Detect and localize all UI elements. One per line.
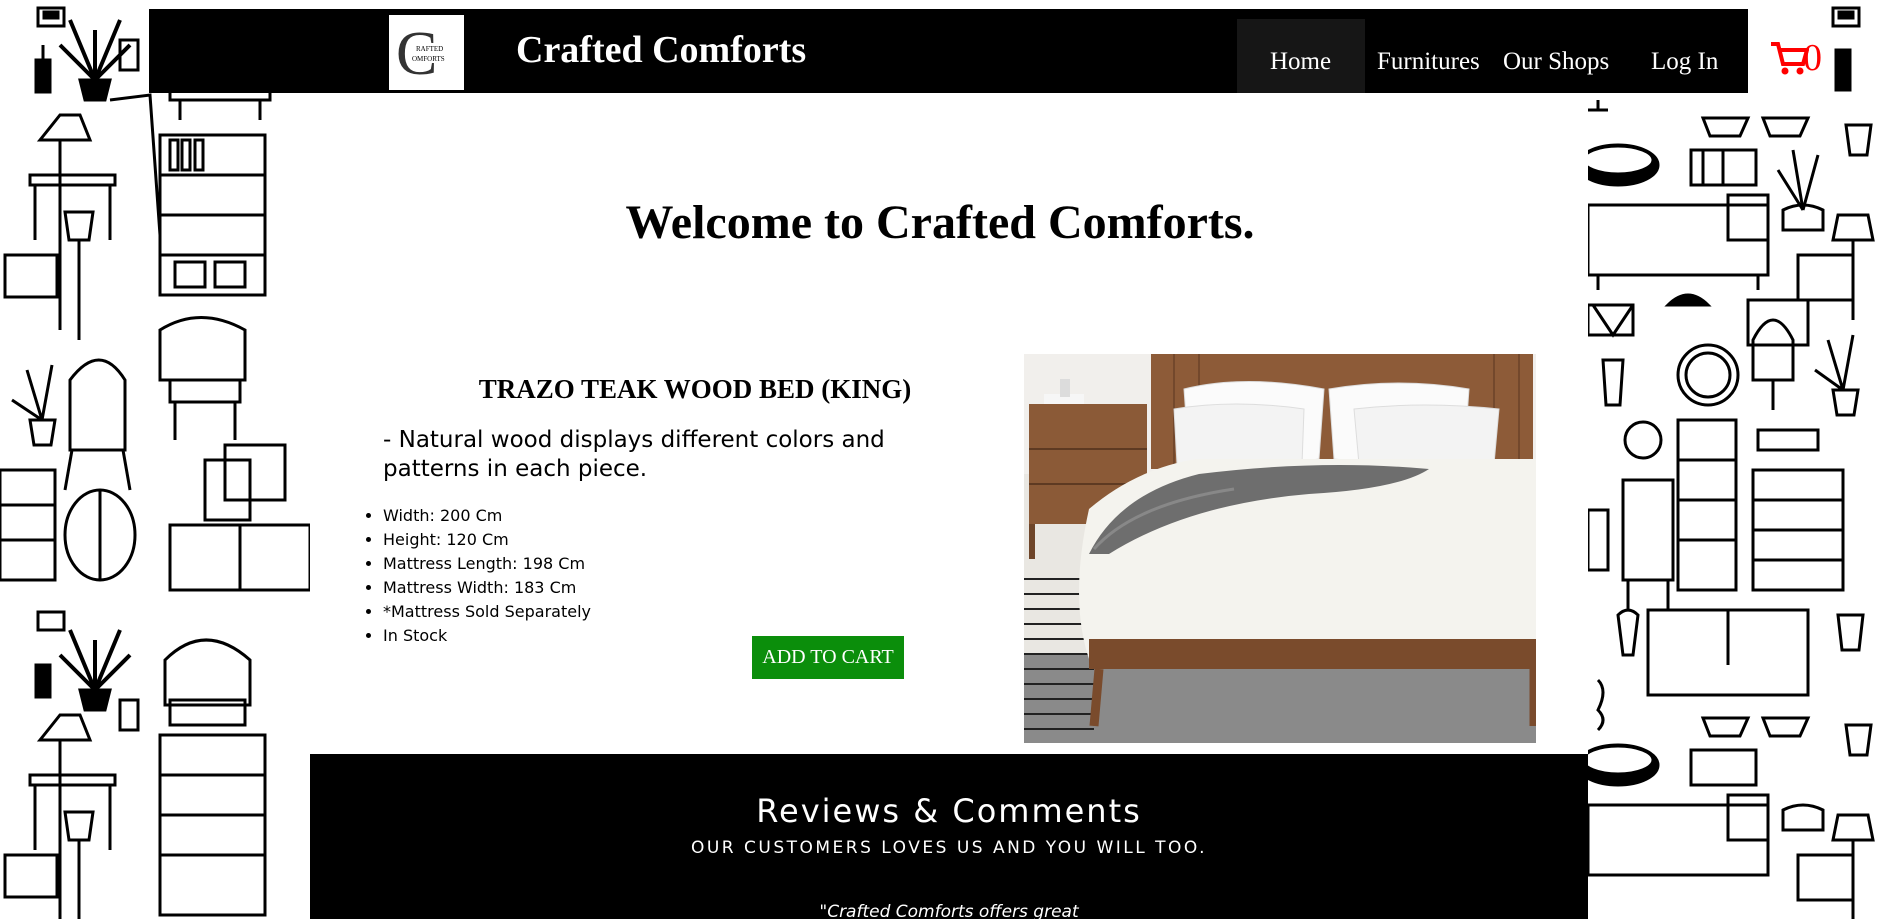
svg-text:C: C <box>396 20 437 88</box>
logo-mark: C RAFTED OMFORTS <box>396 20 445 88</box>
review-quote: "Crafted Comforts offers great <box>819 902 1079 919</box>
nav-furnitures-link[interactable]: Furnitures <box>1377 47 1480 77</box>
nav-login-link[interactable]: Log In <box>1651 47 1718 77</box>
brand-name[interactable]: Crafted Comforts <box>516 28 806 72</box>
product-specs: Width: 200 Cm Height: 120 Cm Mattress Le… <box>360 504 591 648</box>
product-image <box>1024 354 1536 743</box>
cart-count: 0 <box>1803 37 1822 79</box>
product-description: - Natural wood displays different colors… <box>383 427 885 482</box>
reviews-subtitle: OUR CUSTOMERS LOVES US AND YOU WILL TOO. <box>690 838 1208 858</box>
spec-item: Width: 200 Cm <box>383 504 591 528</box>
spec-item: *Mattress Sold Separately <box>383 600 591 624</box>
spec-item: Mattress Length: 198 Cm <box>383 552 591 576</box>
spec-item: Mattress Width: 183 Cm <box>383 576 591 600</box>
reviews-section: Reviews & Comments OUR CUSTOMERS LOVES U… <box>310 754 1588 919</box>
furniture-pattern-right <box>1588 0 1895 919</box>
product-title: TRAZO TEAK WOOD BED (KING) <box>478 374 912 404</box>
svg-text:RAFTED: RAFTED <box>416 45 443 53</box>
cart-button[interactable]: 0 <box>1769 38 1822 78</box>
brand-logo[interactable]: C RAFTED OMFORTS <box>389 15 464 90</box>
welcome-heading: Welcome to Crafted Comforts. <box>625 196 1255 249</box>
svg-text:OMFORTS: OMFORTS <box>412 55 445 63</box>
nav-our-shops-link[interactable]: Our Shops <box>1503 47 1609 77</box>
spec-item: Height: 120 Cm <box>383 528 591 552</box>
nav-home-link[interactable]: Home <box>1270 47 1331 77</box>
furniture-pattern-left <box>0 0 310 919</box>
reviews-title: Reviews & Comments <box>756 792 1142 830</box>
spec-item: In Stock <box>383 624 591 648</box>
add-to-cart-button[interactable]: ADD TO CART <box>752 636 904 679</box>
